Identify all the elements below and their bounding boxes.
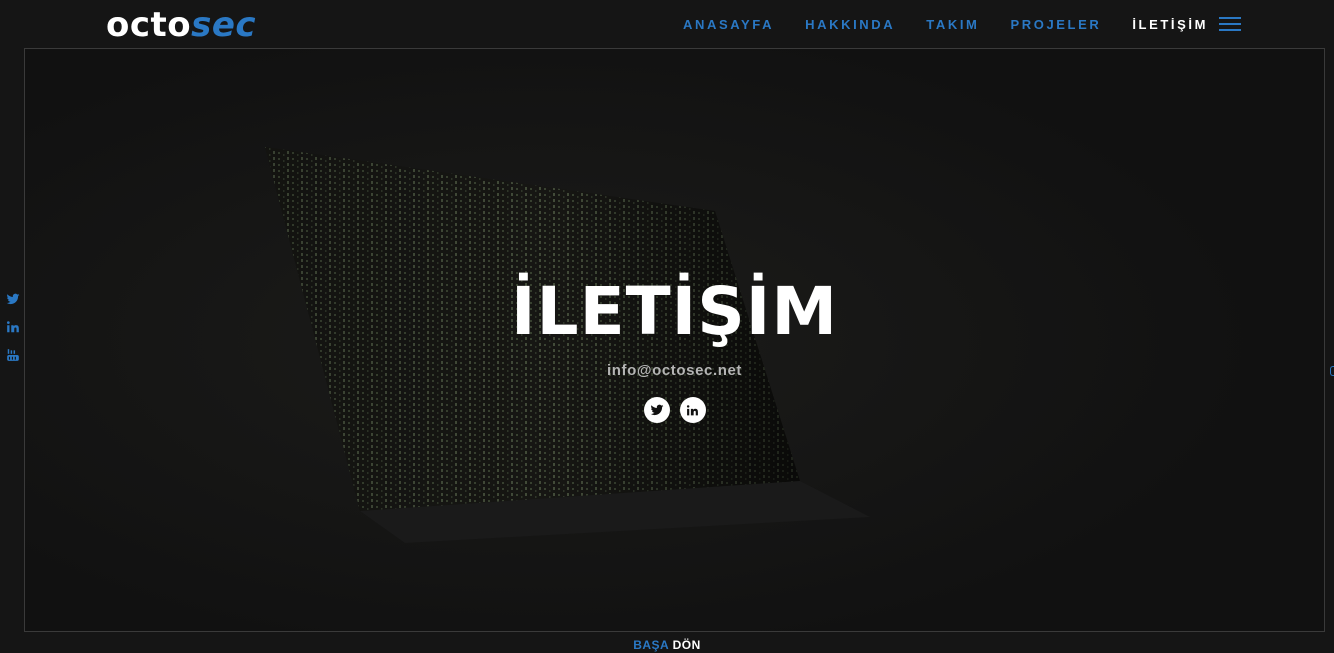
sidebar-social (6, 292, 20, 376)
hamburger-line (1219, 23, 1241, 25)
linkedin-button[interactable] (679, 397, 706, 423)
youtube-icon[interactable] (6, 348, 20, 362)
brand-logo[interactable]: octosec (106, 6, 256, 44)
back-top-text-accent: BAŞA (633, 638, 669, 652)
nav-item-takim[interactable]: TAKIM (926, 17, 979, 33)
logo-text-accent: sec (191, 5, 257, 45)
nav-item-projeler[interactable]: PROJELER (1010, 17, 1101, 33)
back-top-text: DÖN (672, 638, 701, 652)
hamburger-line (1219, 17, 1241, 19)
hamburger-line (1219, 29, 1241, 31)
twitter-icon[interactable] (6, 292, 20, 306)
nav-item-hakkinda[interactable]: HAKKINDA (805, 17, 895, 33)
hero-section: İLETİŞİM info@octosec.net (24, 48, 1325, 632)
back-to-top-link[interactable]: BAŞA DÖN (0, 638, 1334, 653)
page-title: İLETİŞİM (510, 273, 839, 350)
linkedin-icon[interactable] (6, 320, 20, 334)
nav-item-iletisim[interactable]: İLETİŞİM (1132, 17, 1208, 33)
logo-text-primary: octo (106, 5, 192, 45)
scroll-indicator[interactable] (1330, 366, 1334, 376)
linkedin-icon (686, 404, 698, 415)
main-nav: ANASAYFA HAKKINDA TAKIM PROJELER İLETİŞİ… (683, 17, 1239, 33)
contact-email[interactable]: info@octosec.net (25, 361, 1324, 381)
twitter-icon (650, 404, 663, 416)
nav-item-anasayfa[interactable]: ANASAYFA (683, 17, 774, 33)
hero-content: İLETİŞİM info@octosec.net (25, 267, 1324, 423)
hamburger-icon[interactable] (1219, 17, 1241, 33)
page: octosec ANASAYFA HAKKINDA TAKIM PROJELER… (0, 0, 1334, 653)
twitter-button[interactable] (643, 397, 670, 423)
hero-social-links (25, 397, 1324, 423)
